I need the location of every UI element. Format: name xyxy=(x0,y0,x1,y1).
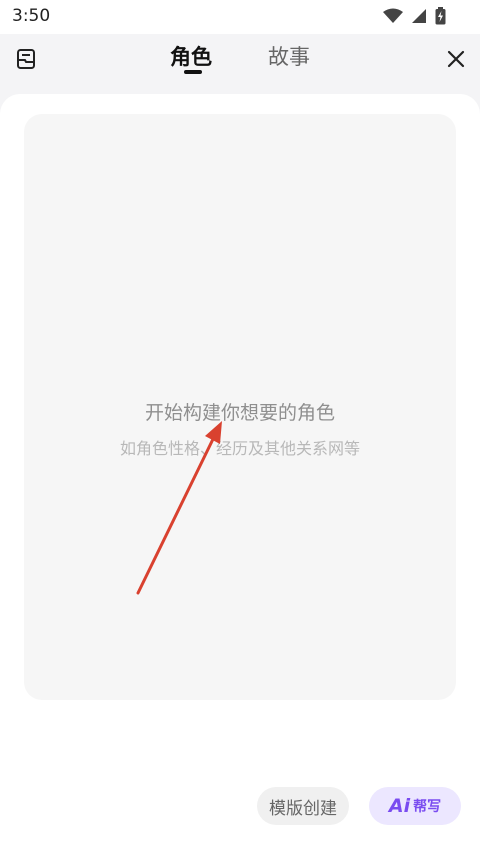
ai-write-button[interactable]: Ai 帮写 xyxy=(369,787,461,825)
ai-logo: Ai xyxy=(388,795,411,817)
ai-write-label: 帮写 xyxy=(413,799,442,815)
template-create-button[interactable]: 模版创建 xyxy=(257,787,349,825)
annotation-arrow xyxy=(136,421,222,595)
